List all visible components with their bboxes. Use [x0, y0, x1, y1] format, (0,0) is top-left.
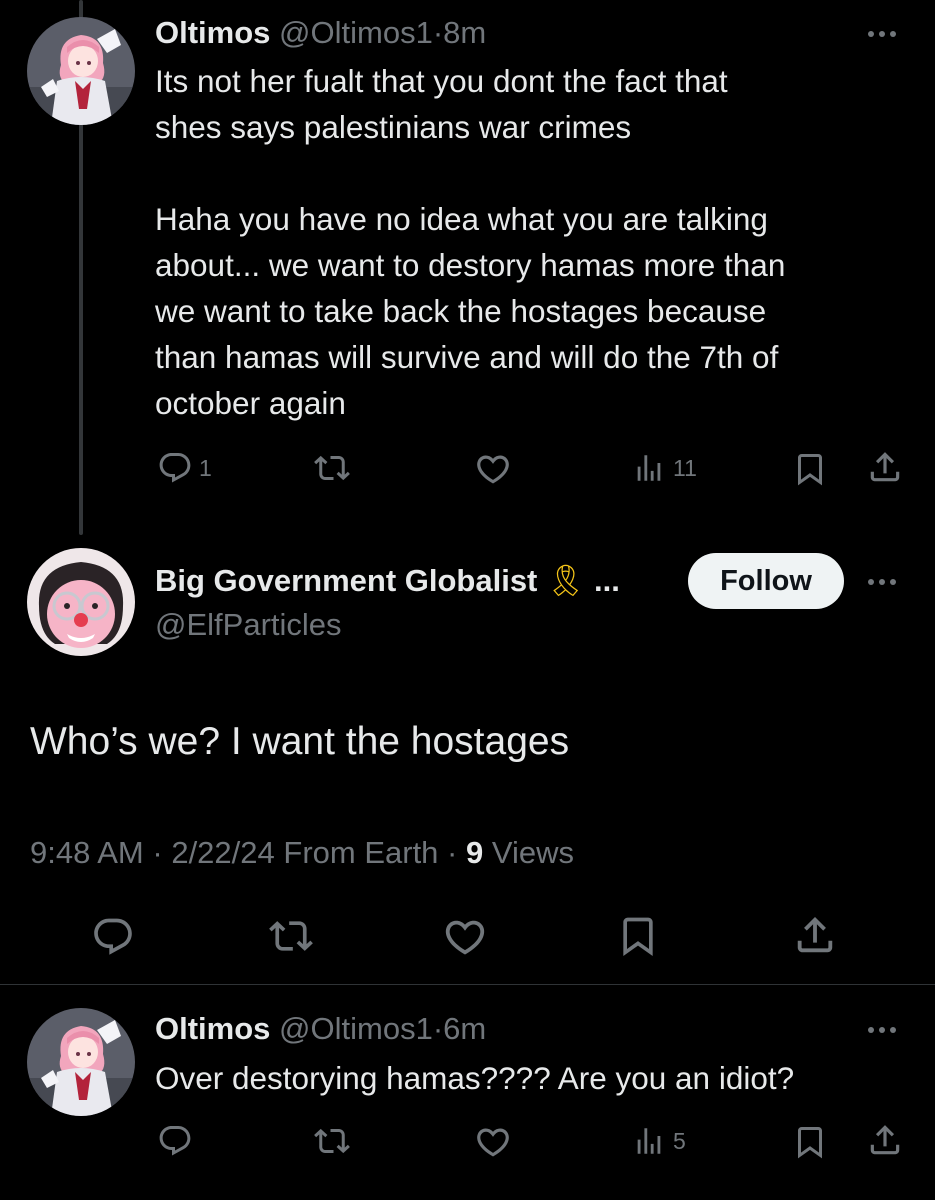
share-button[interactable] [866, 448, 904, 486]
like-icon [474, 1123, 512, 1161]
retweet-button[interactable] [313, 450, 351, 486]
more-icon[interactable] [862, 24, 902, 44]
retweet-icon [268, 914, 314, 958]
reply-count: 1 [199, 454, 212, 481]
like-button[interactable] [474, 450, 512, 488]
display-name[interactable]: Oltimos [155, 15, 270, 50]
reply-button[interactable] [157, 1123, 193, 1159]
retweet-icon [313, 1123, 351, 1159]
timestamp[interactable]: 6m [443, 1011, 486, 1046]
bookmark-button[interactable] [616, 913, 660, 959]
more-icon[interactable] [862, 1020, 902, 1040]
views-icon [631, 451, 667, 485]
views-label: Views [491, 835, 575, 870]
share-button[interactable] [866, 1121, 904, 1159]
divider [0, 984, 935, 985]
views-button[interactable]: 5 [631, 1124, 686, 1158]
share-button[interactable] [792, 912, 838, 958]
share-icon [866, 1121, 904, 1159]
bookmark-icon [792, 450, 828, 488]
tweet-text: Over destorying hamas???? Are you an idi… [155, 1060, 795, 1096]
display-name[interactable]: Big Government Globalist [155, 563, 537, 598]
tweet-text: Its not her fualt that you dont the fact… [155, 63, 786, 421]
views-count: 5 [673, 1127, 686, 1154]
tweet-meta: 9:48 AM · 2/22/24 From Earth · 9 Views [30, 832, 574, 874]
bookmark-icon [792, 1123, 828, 1161]
timestamp[interactable]: 8m [443, 15, 486, 50]
views-icon [631, 1124, 667, 1158]
avatar[interactable] [27, 17, 135, 125]
reply-button[interactable] [91, 915, 135, 959]
avatar-image [27, 1008, 135, 1116]
tweet-header: Oltimos @Oltimos1·8m [155, 14, 486, 52]
tweet-source: From Earth [283, 835, 439, 870]
views-count: 9 [466, 835, 484, 870]
tweet-date[interactable]: 2/22/24 [171, 835, 274, 870]
avatar[interactable] [27, 1008, 135, 1116]
share-icon [866, 448, 904, 486]
like-button[interactable] [442, 914, 488, 960]
more-icon[interactable] [862, 572, 902, 592]
handle[interactable]: @Oltimos1 [279, 15, 433, 50]
tweet-time[interactable]: 9:48 AM [30, 835, 144, 870]
name-ellipsis: ... [594, 563, 620, 598]
reply-button[interactable]: 1 [157, 450, 212, 486]
tweet-header: Oltimos @Oltimos1·6m [155, 1010, 486, 1048]
follow-button[interactable]: Follow [688, 553, 844, 609]
avatar[interactable] [27, 548, 135, 656]
share-icon [792, 912, 838, 958]
bookmark-button[interactable] [792, 450, 828, 488]
author-name-row: Big Government Globalist 🎗 ... [155, 562, 620, 600]
avatar-image [27, 548, 135, 656]
avatar-image [27, 17, 135, 125]
retweet-icon [313, 450, 351, 486]
retweet-button[interactable] [268, 914, 314, 958]
ribbon-icon: 🎗 [546, 563, 586, 598]
bookmark-icon [616, 913, 660, 959]
tweet-text: Who’s we? I want the hostages [30, 720, 570, 763]
separator-dot: · [152, 835, 163, 870]
display-name[interactable]: Oltimos [155, 1011, 270, 1046]
bookmark-button[interactable] [792, 1123, 828, 1161]
retweet-button[interactable] [313, 1123, 351, 1159]
reply-icon [157, 1123, 193, 1159]
separator-dot: · [432, 1011, 444, 1046]
separator-dot: · [432, 15, 444, 50]
like-button[interactable] [474, 1123, 512, 1161]
separator-dot: · [447, 835, 458, 870]
handle[interactable]: @ElfParticles [155, 606, 342, 644]
handle[interactable]: @Oltimos1 [279, 1011, 433, 1046]
like-icon [474, 450, 512, 488]
reply-icon [157, 450, 193, 486]
like-icon [442, 914, 488, 960]
reply-icon [91, 915, 135, 959]
views-button[interactable]: 11 [631, 451, 697, 485]
views-count: 11 [673, 454, 697, 481]
